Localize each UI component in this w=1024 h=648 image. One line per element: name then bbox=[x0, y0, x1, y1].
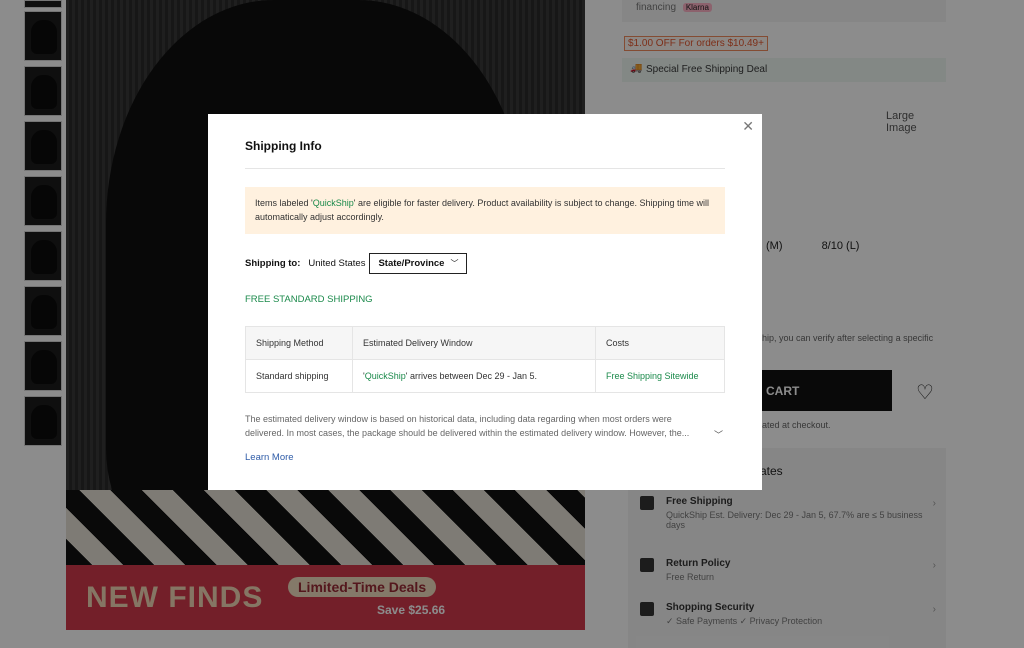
shipping-to-label: Shipping to: bbox=[245, 257, 301, 269]
state-select-label: State/Province bbox=[378, 257, 445, 269]
cost-cell: Free Shipping Sitewide bbox=[595, 359, 725, 393]
divider bbox=[245, 168, 725, 169]
state-province-select[interactable]: State/Province ﹀ bbox=[369, 252, 468, 274]
quickship-label: QuickShip bbox=[364, 371, 406, 381]
window-cell: 'QuickShip' arrives between Dec 29 - Jan… bbox=[352, 359, 596, 393]
shipping-info-modal: ✕ Shipping Info Items labeled 'QuickShip… bbox=[208, 114, 762, 490]
delivery-description: The estimated delivery window is based o… bbox=[245, 414, 690, 438]
free-standard-shipping: FREE STANDARD SHIPPING bbox=[245, 294, 373, 305]
quickship-notice: Items labeled 'QuickShip' are eligible f… bbox=[245, 187, 725, 234]
shipping-table: Shipping Method Estimated Delivery Windo… bbox=[245, 326, 725, 393]
window-text: ' arrives between Dec 29 - Jan 5. bbox=[405, 371, 538, 381]
notice-text-before: Items labeled ' bbox=[255, 198, 313, 208]
modal-title: Shipping Info bbox=[245, 139, 322, 153]
country-value: United States bbox=[308, 257, 366, 269]
table-row: Standard shipping 'QuickShip' arrives be… bbox=[245, 359, 725, 393]
close-icon[interactable]: ✕ bbox=[742, 119, 754, 133]
column-header-method: Shipping Method bbox=[245, 326, 353, 360]
expand-chevron-icon[interactable]: ﹀ bbox=[714, 428, 723, 441]
method-cell: Standard shipping bbox=[245, 359, 353, 393]
column-header-costs: Costs bbox=[595, 326, 725, 360]
shipping-to-row: Shipping to: United States State/Provinc… bbox=[245, 252, 468, 274]
chevron-down-icon: ﹀ bbox=[450, 258, 459, 268]
quickship-label: QuickShip bbox=[312, 198, 354, 208]
table-header-row: Shipping Method Estimated Delivery Windo… bbox=[245, 326, 725, 360]
column-header-window: Estimated Delivery Window bbox=[352, 326, 596, 360]
learn-more-link[interactable]: Learn More bbox=[245, 452, 294, 463]
